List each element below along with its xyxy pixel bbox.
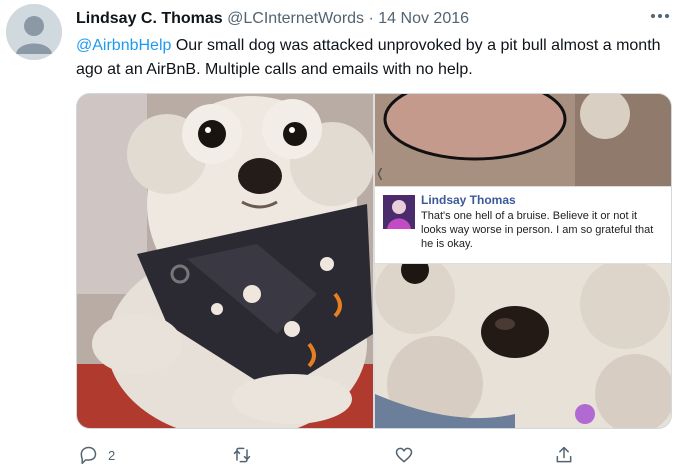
- tweet-media[interactable]: ❬ Lindsay Thomas That's one hell of a br…: [76, 93, 672, 429]
- commenter-avatar: [383, 195, 415, 229]
- author-name[interactable]: Lindsay C. Thomas: [76, 10, 223, 27]
- comment-text: That's one hell of a bruise. Believe it …: [421, 210, 654, 250]
- more-options-button[interactable]: [648, 6, 672, 26]
- tweet-actions: 2: [70, 440, 590, 470]
- commenter-name: Lindsay Thomas: [421, 193, 516, 207]
- reply-count: 2: [108, 447, 116, 463]
- heart-icon: [395, 447, 413, 463]
- share-button[interactable]: [554, 440, 574, 470]
- chevron-left-icon: ❬: [375, 166, 386, 180]
- default-avatar-icon: [6, 4, 62, 60]
- author-avatar[interactable]: [6, 4, 62, 60]
- dog-photo-right[interactable]: ❬ Lindsay Thomas That's one hell of a br…: [375, 94, 671, 428]
- author-handle[interactable]: @LCInternetWords: [227, 10, 364, 27]
- reply-icon: [80, 446, 97, 465]
- more-options-icon: [651, 14, 655, 18]
- dog-bandana-image: [77, 94, 373, 428]
- tweet-header: Lindsay C. Thomas @LCInternetWords · 14 …: [76, 8, 666, 30]
- share-icon: [556, 446, 572, 463]
- like-button[interactable]: [394, 440, 414, 470]
- dog-photo-left[interactable]: [77, 94, 373, 428]
- retweet-button[interactable]: [232, 440, 252, 470]
- reply-button[interactable]: 2: [78, 440, 115, 470]
- facebook-comment-card: ❬ Lindsay Thomas That's one hell of a br…: [375, 166, 671, 264]
- tweet-date[interactable]: 14 Nov 2016: [378, 10, 469, 27]
- tweet-text: @AirbnbHelp Our small dog was attacked u…: [76, 34, 672, 82]
- header-separator: ·: [368, 10, 374, 27]
- retweet-icon: [233, 447, 251, 463]
- mention-link[interactable]: @AirbnbHelp: [76, 37, 171, 54]
